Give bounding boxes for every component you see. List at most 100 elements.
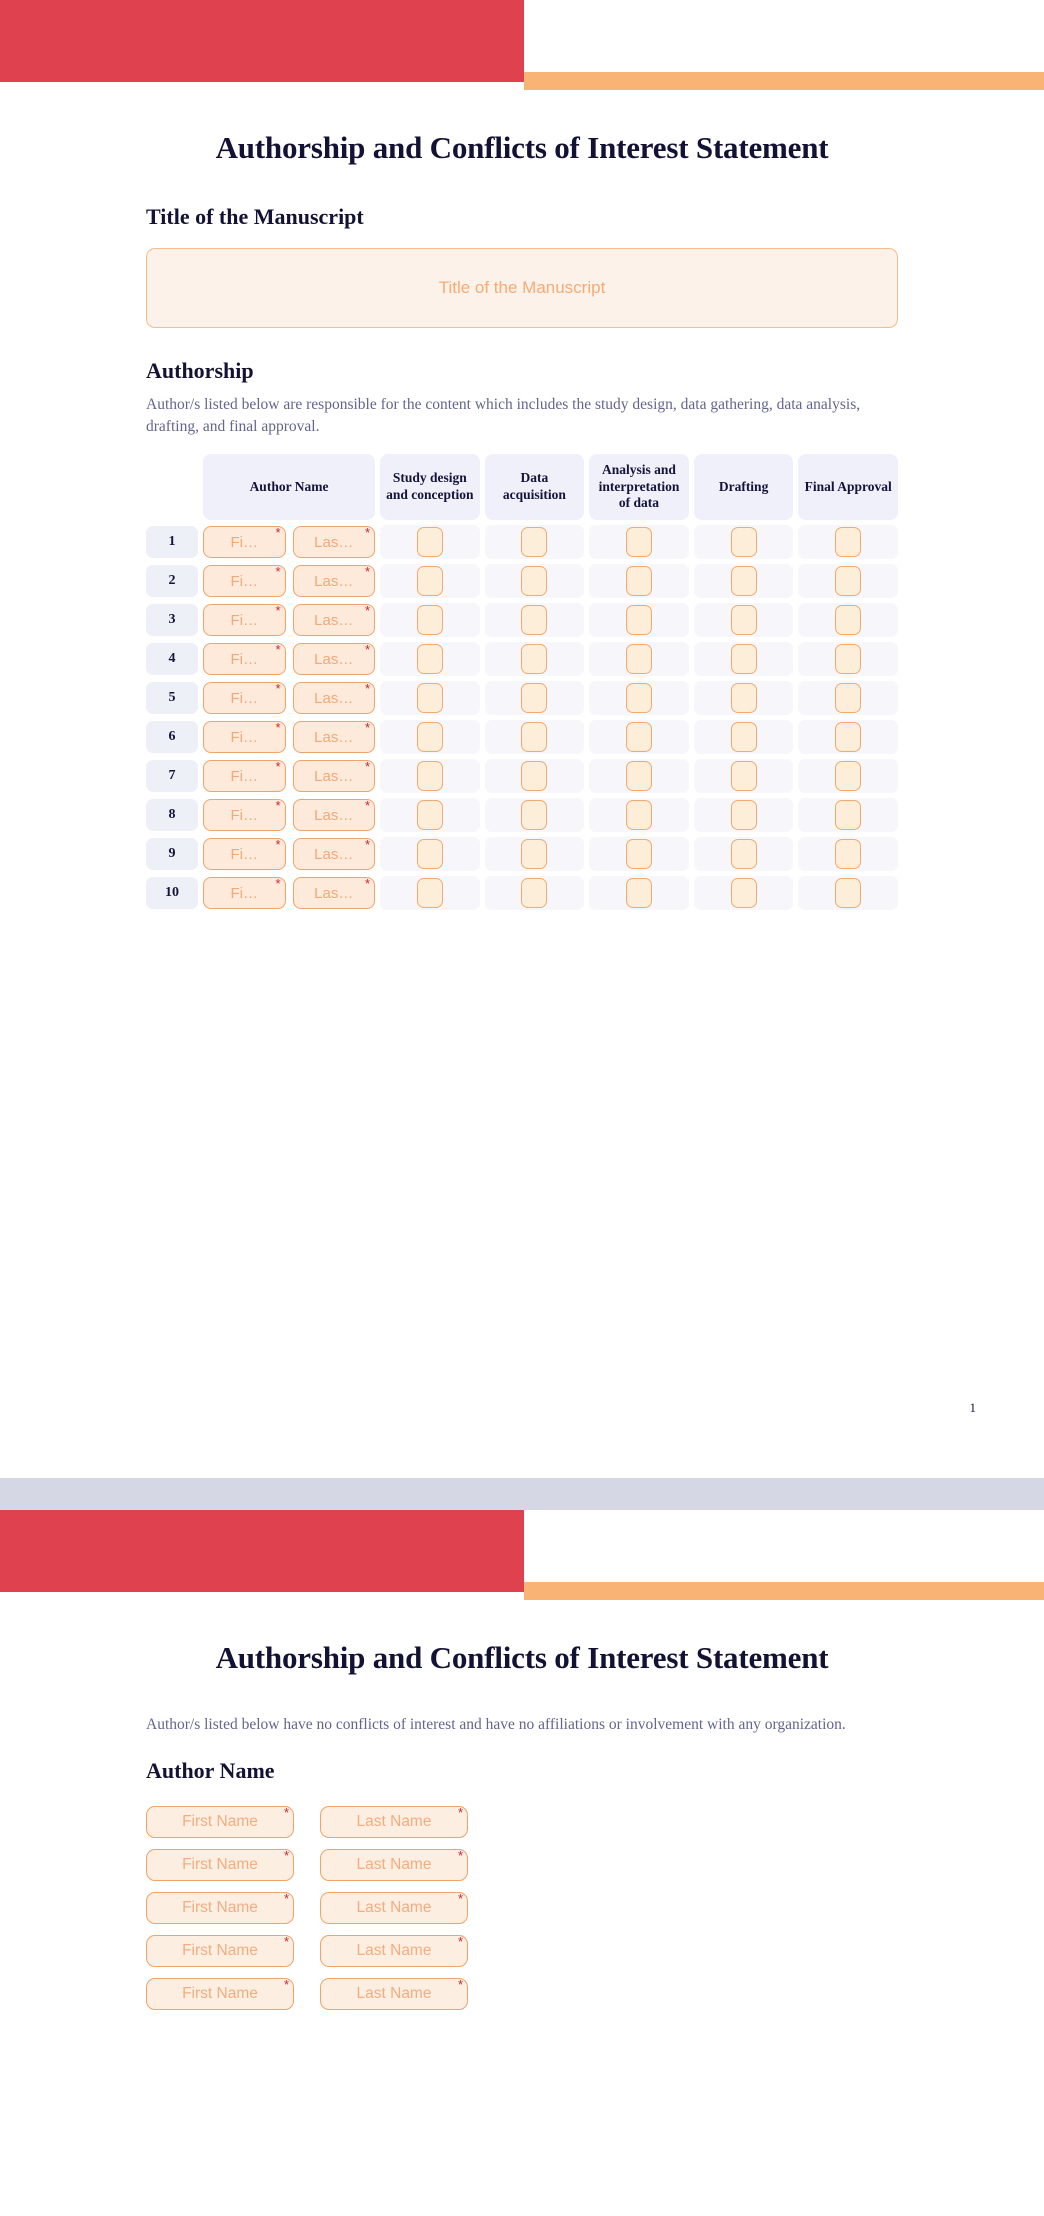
checkbox-cell-study-design[interactable] xyxy=(380,837,480,872)
checkbox-study-design[interactable] xyxy=(416,878,443,909)
first-name-input[interactable]: Fi… * xyxy=(203,877,286,910)
checkbox-analysis-interpretation[interactable] xyxy=(625,605,652,636)
checkbox-cell-analysis-interpretation[interactable] xyxy=(589,720,689,755)
checkbox-drafting[interactable] xyxy=(730,644,757,675)
last-name-input[interactable]: Las… * xyxy=(292,682,375,715)
checkbox-analysis-interpretation[interactable] xyxy=(625,644,652,675)
checkbox-analysis-interpretation[interactable] xyxy=(625,566,652,597)
checkbox-cell-data-acquisition[interactable] xyxy=(484,720,585,755)
checkbox-data-acquisition[interactable] xyxy=(521,527,548,558)
checkbox-final-approval[interactable] xyxy=(835,566,862,597)
first-name-input[interactable]: First Name * xyxy=(146,1978,294,2010)
checkbox-cell-final-approval[interactable] xyxy=(798,759,898,794)
first-name-input[interactable]: Fi… * xyxy=(203,565,286,598)
checkbox-cell-drafting[interactable] xyxy=(693,798,794,833)
last-name-input[interactable]: Las… * xyxy=(292,838,375,871)
first-name-input[interactable]: Fi… * xyxy=(203,760,286,793)
last-name-input[interactable]: Las… * xyxy=(292,604,375,637)
checkbox-cell-analysis-interpretation[interactable] xyxy=(589,798,689,833)
checkbox-cell-data-acquisition[interactable] xyxy=(484,681,585,716)
last-name-input[interactable]: Las… * xyxy=(292,643,375,676)
checkbox-cell-final-approval[interactable] xyxy=(798,642,898,677)
checkbox-data-acquisition[interactable] xyxy=(521,761,548,792)
checkbox-cell-final-approval[interactable] xyxy=(798,603,898,638)
checkbox-study-design[interactable] xyxy=(416,800,443,831)
last-name-input[interactable]: Las… * xyxy=(292,877,375,910)
checkbox-cell-study-design[interactable] xyxy=(380,876,480,911)
checkbox-final-approval[interactable] xyxy=(835,527,862,558)
checkbox-cell-study-design[interactable] xyxy=(380,525,480,560)
checkbox-cell-analysis-interpretation[interactable] xyxy=(589,876,689,911)
checkbox-analysis-interpretation[interactable] xyxy=(625,722,652,753)
last-name-input[interactable]: Las… * xyxy=(292,721,375,754)
checkbox-cell-study-design[interactable] xyxy=(380,564,480,599)
last-name-input[interactable]: Las… * xyxy=(292,760,375,793)
last-name-input[interactable]: Last Name * xyxy=(320,1892,468,1924)
last-name-input[interactable]: Las… * xyxy=(292,565,375,598)
checkbox-cell-final-approval[interactable] xyxy=(798,798,898,833)
checkbox-final-approval[interactable] xyxy=(835,800,862,831)
checkbox-cell-data-acquisition[interactable] xyxy=(484,603,585,638)
checkbox-data-acquisition[interactable] xyxy=(521,722,548,753)
checkbox-analysis-interpretation[interactable] xyxy=(625,527,652,558)
first-name-input[interactable]: Fi… * xyxy=(203,526,286,559)
checkbox-cell-drafting[interactable] xyxy=(693,642,794,677)
checkbox-drafting[interactable] xyxy=(730,722,757,753)
checkbox-cell-data-acquisition[interactable] xyxy=(484,876,585,911)
checkbox-cell-analysis-interpretation[interactable] xyxy=(589,525,689,560)
checkbox-cell-study-design[interactable] xyxy=(380,603,480,638)
checkbox-cell-drafting[interactable] xyxy=(693,681,794,716)
last-name-input[interactable]: Last Name * xyxy=(320,1978,468,2010)
checkbox-study-design[interactable] xyxy=(416,566,443,597)
checkbox-data-acquisition[interactable] xyxy=(521,800,548,831)
checkbox-drafting[interactable] xyxy=(730,839,757,870)
first-name-input[interactable]: First Name * xyxy=(146,1935,294,1967)
checkbox-study-design[interactable] xyxy=(416,761,443,792)
checkbox-cell-final-approval[interactable] xyxy=(798,681,898,716)
checkbox-data-acquisition[interactable] xyxy=(521,644,548,675)
checkbox-cell-analysis-interpretation[interactable] xyxy=(589,603,689,638)
checkbox-study-design[interactable] xyxy=(416,839,443,870)
checkbox-cell-study-design[interactable] xyxy=(380,681,480,716)
checkbox-cell-analysis-interpretation[interactable] xyxy=(589,681,689,716)
checkbox-data-acquisition[interactable] xyxy=(521,605,548,636)
checkbox-cell-analysis-interpretation[interactable] xyxy=(589,837,689,872)
checkbox-final-approval[interactable] xyxy=(835,644,862,675)
checkbox-cell-study-design[interactable] xyxy=(380,798,480,833)
first-name-input[interactable]: First Name * xyxy=(146,1806,294,1838)
checkbox-final-approval[interactable] xyxy=(835,761,862,792)
checkbox-cell-drafting[interactable] xyxy=(693,720,794,755)
checkbox-data-acquisition[interactable] xyxy=(521,683,548,714)
checkbox-study-design[interactable] xyxy=(416,683,443,714)
first-name-input[interactable]: Fi… * xyxy=(203,604,286,637)
first-name-input[interactable]: Fi… * xyxy=(203,799,286,832)
checkbox-analysis-interpretation[interactable] xyxy=(625,878,652,909)
checkbox-analysis-interpretation[interactable] xyxy=(625,839,652,870)
checkbox-cell-final-approval[interactable] xyxy=(798,837,898,872)
checkbox-final-approval[interactable] xyxy=(835,839,862,870)
checkbox-drafting[interactable] xyxy=(730,800,757,831)
first-name-input[interactable]: Fi… * xyxy=(203,643,286,676)
checkbox-study-design[interactable] xyxy=(416,527,443,558)
checkbox-cell-study-design[interactable] xyxy=(380,759,480,794)
first-name-input[interactable]: First Name * xyxy=(146,1849,294,1881)
manuscript-title-input[interactable]: Title of the Manuscript xyxy=(146,248,898,328)
checkbox-analysis-interpretation[interactable] xyxy=(625,683,652,714)
checkbox-cell-drafting[interactable] xyxy=(693,837,794,872)
last-name-input[interactable]: Last Name * xyxy=(320,1935,468,1967)
checkbox-cell-final-approval[interactable] xyxy=(798,525,898,560)
checkbox-cell-analysis-interpretation[interactable] xyxy=(589,564,689,599)
checkbox-study-design[interactable] xyxy=(416,605,443,636)
checkbox-data-acquisition[interactable] xyxy=(521,566,548,597)
checkbox-cell-study-design[interactable] xyxy=(380,642,480,677)
checkbox-cell-data-acquisition[interactable] xyxy=(484,798,585,833)
checkbox-cell-drafting[interactable] xyxy=(693,525,794,560)
checkbox-drafting[interactable] xyxy=(730,683,757,714)
checkbox-cell-drafting[interactable] xyxy=(693,759,794,794)
checkbox-cell-data-acquisition[interactable] xyxy=(484,837,585,872)
checkbox-cell-data-acquisition[interactable] xyxy=(484,525,585,560)
first-name-input[interactable]: Fi… * xyxy=(203,682,286,715)
checkbox-cell-drafting[interactable] xyxy=(693,603,794,638)
last-name-input[interactable]: Last Name * xyxy=(320,1849,468,1881)
first-name-input[interactable]: Fi… * xyxy=(203,721,286,754)
